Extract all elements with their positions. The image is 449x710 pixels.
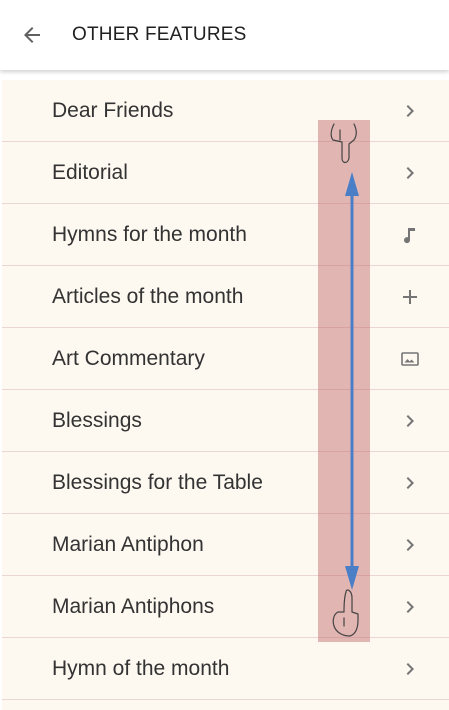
list-item-hymn-of-the-month[interactable]: Hymn of the month [2, 638, 449, 700]
list-item-label: Blessings for the Table [52, 470, 263, 494]
features-list[interactable]: Dear Friends Editorial Hymns for the mon… [2, 80, 449, 710]
arrow-left-icon [24, 27, 40, 43]
chevron-right-icon [398, 471, 422, 495]
list-item-label: Dear Friends [52, 98, 174, 122]
list-item-label: Art Commentary [52, 346, 205, 370]
chevron-right-icon [398, 99, 422, 123]
list-item-label: Marian Antiphons [52, 594, 215, 618]
page-title: OTHER FEATURES [72, 24, 247, 45]
list-item-blessings[interactable]: Blessings [2, 390, 449, 452]
image-icon [398, 347, 422, 371]
chevron-right-icon [398, 533, 422, 557]
list-item-marian-antiphons[interactable]: Marian Antiphons [2, 576, 449, 638]
chevron-right-icon [398, 409, 422, 433]
list-item-dear-friends[interactable]: Dear Friends [2, 80, 449, 142]
list-item-label: Blessings [52, 408, 142, 432]
list-item-marian-antiphon[interactable]: Marian Antiphon [2, 514, 449, 576]
app-bar: OTHER FEATURES [0, 0, 449, 70]
chevron-right-icon [398, 595, 422, 619]
list-item-label: Hymn of the month [52, 656, 230, 680]
list-item-label: Marian Antiphon [52, 532, 204, 556]
plus-icon [398, 285, 422, 309]
music-note-icon [398, 223, 422, 247]
list-item-articles-of-the-month[interactable]: Articles of the month [2, 266, 449, 328]
list-item-label: Articles of the month [52, 284, 244, 308]
list-item-blessings-for-the-table[interactable]: Blessings for the Table [2, 452, 449, 514]
list-item-label: Editorial [52, 160, 128, 184]
back-button[interactable] [12, 15, 52, 55]
chevron-right-icon [398, 161, 422, 185]
list-item-hymns-for-the-month[interactable]: Hymns for the month [2, 204, 449, 266]
list-item-editorial[interactable]: Editorial [2, 142, 449, 204]
list-item-art-commentary[interactable]: Art Commentary [2, 328, 449, 390]
chevron-right-icon [398, 657, 422, 681]
list-item-label: Hymns for the month [52, 222, 247, 246]
